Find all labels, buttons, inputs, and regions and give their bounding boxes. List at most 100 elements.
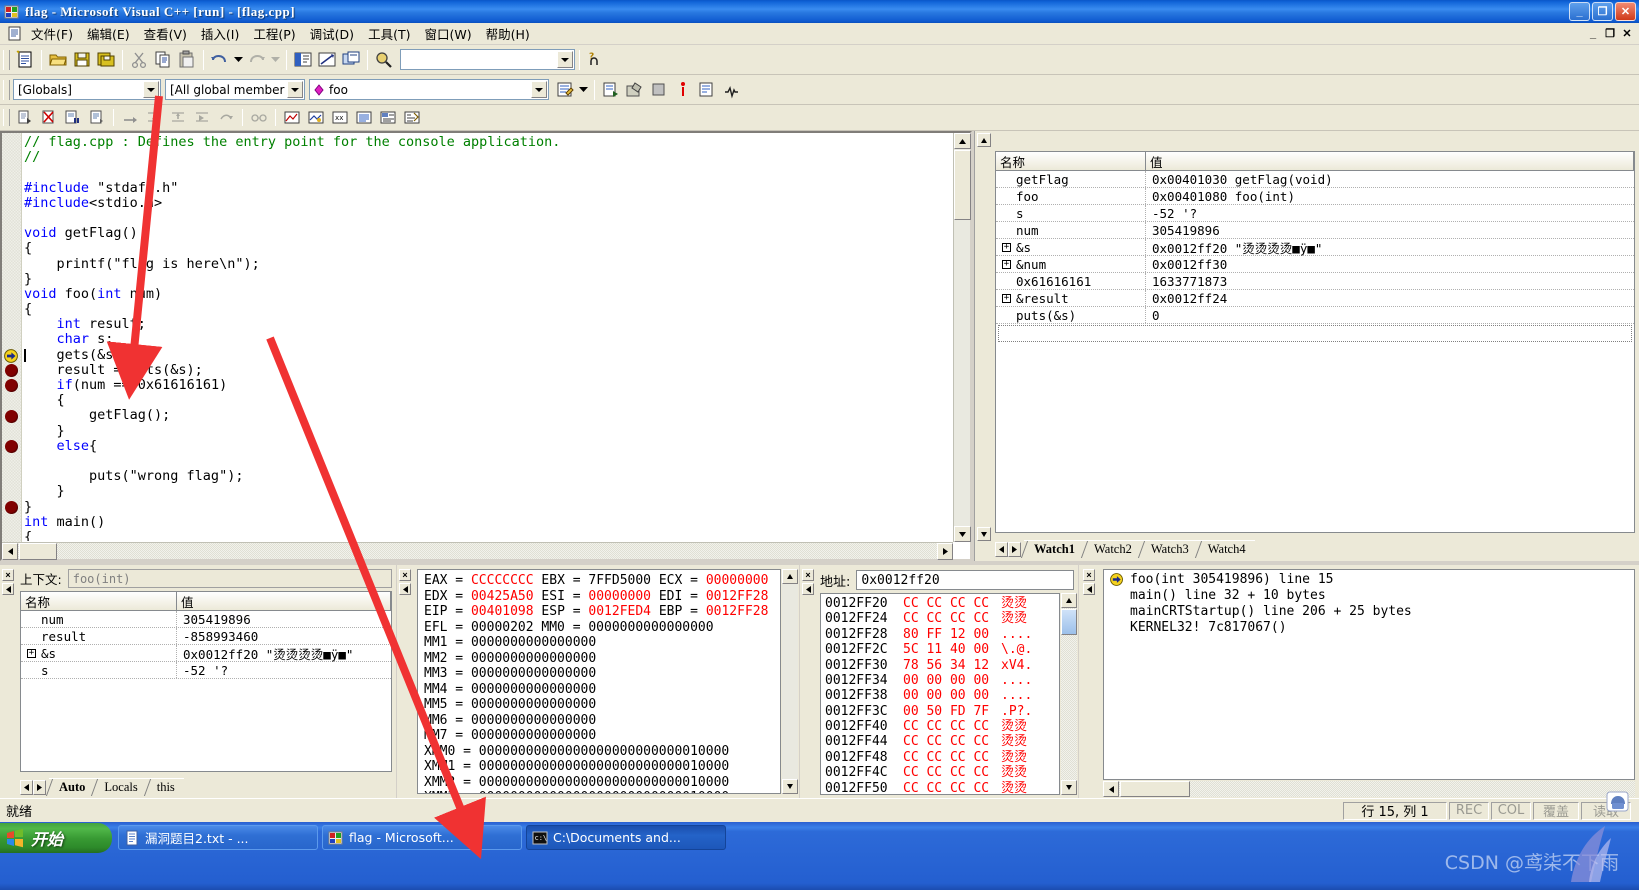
menu-project[interactable]: 工程(P) [246, 22, 302, 45]
callstack-window-icon[interactable] [376, 106, 400, 129]
menu-debug[interactable]: 调试(D) [303, 22, 361, 45]
table-row[interactable]: s -52 '? [21, 662, 391, 679]
compile-icon[interactable] [599, 78, 623, 101]
editor-text[interactable]: // flag.cpp : Defines the entry point fo… [24, 135, 952, 541]
scroll-down-button[interactable] [1061, 780, 1077, 795]
tab-watch2[interactable]: Watch2 [1083, 540, 1141, 557]
horizontal-scroll-thumb[interactable] [19, 543, 57, 560]
table-row[interactable]: getFlag 0x00401030 getFlag(void) [996, 171, 1634, 188]
scope-combo[interactable]: [Globals] [13, 79, 161, 100]
variables-grid[interactable]: 名称 值 num 305419896 result -858993460 + &s 0x00… [20, 591, 392, 772]
minimize-button[interactable]: _ [1569, 2, 1590, 21]
table-row[interactable]: + &num 0x0012ff30 [996, 256, 1634, 273]
run-to-cursor-icon[interactable] [190, 106, 214, 129]
table-row[interactable]: 0x61616161 1633771873 [996, 273, 1634, 290]
chevron-down-icon[interactable] [143, 81, 159, 98]
save-all-icon[interactable] [94, 48, 118, 71]
copy-icon[interactable] [151, 48, 175, 71]
row-value[interactable]: 0x00401030 getFlag(void) [1146, 171, 1634, 187]
memory-row[interactable]: 0012FF24 CC CC CC CC 烫烫 [825, 611, 1059, 626]
breakpoint-marker[interactable] [5, 364, 18, 377]
context-help-icon[interactable]: ? [584, 48, 608, 71]
find-combo[interactable] [400, 49, 575, 70]
mdi-restore-button[interactable]: ❐ [1602, 26, 1618, 41]
vertical-scroll-thumb[interactable] [954, 150, 971, 220]
scroll-left-button[interactable] [2, 543, 18, 560]
memory-row[interactable]: 0012FF30 78 56 34 12 xV4. [825, 658, 1059, 673]
chevron-down-icon[interactable] [577, 78, 590, 101]
undo-dropdown-icon[interactable] [232, 48, 245, 71]
scroll-down-button[interactable] [782, 779, 798, 794]
redo-icon[interactable] [245, 48, 269, 71]
watch-col-value[interactable]: 值 [1146, 152, 1634, 170]
menu-help[interactable]: 帮助(H) [479, 22, 537, 45]
start-button[interactable]: 开始 [0, 823, 112, 853]
memory-address-input[interactable]: 0x0012ff20 [856, 570, 1074, 590]
watch-window-icon[interactable] [280, 106, 304, 129]
callstack-frame[interactable]: foo(int 305419896) line 15 [1108, 572, 1634, 588]
breakpoint-marker[interactable] [5, 409, 18, 423]
collapse-icon[interactable] [802, 583, 814, 595]
expand-icon[interactable]: + [27, 648, 36, 658]
taskbar-item[interactable]: c:\ C:\Documents and... [526, 825, 726, 850]
menu-tools[interactable]: 工具(T) [361, 22, 417, 45]
registers-vertical-scrollbar[interactable] [782, 569, 798, 794]
menu-view[interactable]: 查看(V) [137, 22, 194, 45]
tab-watch4[interactable]: Watch4 [1197, 540, 1255, 557]
memory-row[interactable]: 0012FF50 CC CC CC CC 烫烫 [825, 781, 1059, 794]
editor-gutter[interactable] [2, 133, 22, 559]
expand-icon[interactable]: + [1002, 259, 1011, 269]
variables-col-value[interactable]: 值 [177, 592, 391, 610]
expand-icon[interactable]: + [1002, 242, 1011, 252]
table-row[interactable]: foo 0x00401080 foo(int) [996, 188, 1634, 205]
tab-locals[interactable]: Locals [94, 778, 147, 795]
nav-next-icon[interactable] [33, 780, 46, 795]
step-into-icon[interactable] [142, 106, 166, 129]
callstack-scroll-thumb[interactable] [1120, 781, 1190, 797]
memory-vertical-scrollbar[interactable] [1061, 593, 1077, 795]
tab-watch1[interactable]: Watch1 [1024, 540, 1084, 557]
members-combo[interactable]: [All global members] [165, 79, 305, 100]
memory-row[interactable]: 0012FF48 CC CC CC CC 烫烫 [825, 750, 1059, 765]
menu-window[interactable]: 窗口(W) [417, 22, 478, 45]
nav-prev-icon[interactable] [20, 780, 33, 795]
insert-breakpoint-icon[interactable] [719, 78, 743, 101]
close-icon[interactable]: × [399, 569, 411, 581]
scroll-left-button[interactable] [1103, 781, 1119, 797]
tab-auto[interactable]: Auto [49, 778, 95, 795]
memory-window-icon[interactable] [352, 106, 376, 129]
apply-code-changes-icon[interactable] [85, 106, 109, 129]
scroll-up-button[interactable] [1061, 593, 1077, 608]
callstack-frames[interactable]: foo(int 305419896) line 15 main() line 32… [1103, 569, 1635, 780]
variables-col-name[interactable]: 名称 [21, 592, 177, 610]
expand-icon[interactable]: + [1002, 293, 1011, 303]
tab-watch3[interactable]: Watch3 [1140, 540, 1198, 557]
nav-prev-icon[interactable] [995, 542, 1008, 557]
row-value[interactable]: 0 [1146, 307, 1634, 323]
workspace-icon[interactable] [291, 48, 315, 71]
breakpoint-marker[interactable] [5, 440, 18, 453]
collapse-icon[interactable] [1083, 583, 1095, 595]
wizardbar-icon[interactable] [553, 78, 577, 101]
menu-insert[interactable]: 插入(I) [194, 22, 246, 45]
registers-text[interactable]: EAX = CCCCCCCC EBX = 7FFD5000 ECX = 0000… [417, 569, 781, 794]
table-row[interactable]: puts(&s) 0 [996, 307, 1634, 324]
row-value[interactable]: 1633771873 [1146, 273, 1634, 289]
context-combo[interactable]: foo(int) [67, 569, 392, 588]
row-value[interactable]: 0x0012ff24 [1146, 290, 1634, 306]
scroll-down-button[interactable] [954, 526, 971, 542]
row-value[interactable]: 0x0012ff20 "烫烫烫烫■ÿ■" [1146, 239, 1634, 256]
collapse-icon[interactable] [399, 583, 411, 595]
save-icon[interactable] [70, 48, 94, 71]
toolbar-grip[interactable] [3, 79, 10, 100]
row-value[interactable]: 0x00401080 foo(int) [1146, 188, 1634, 204]
step-over-icon[interactable] [118, 106, 142, 129]
row-value[interactable]: 305419896 [177, 611, 391, 627]
table-row[interactable]: num 305419896 [21, 611, 391, 628]
chevron-down-icon[interactable] [557, 51, 573, 68]
toolbar-grip[interactable] [3, 109, 10, 126]
table-row[interactable]: s -52 '? [996, 205, 1634, 222]
scroll-right-button[interactable] [937, 543, 953, 560]
row-value[interactable]: 0x0012ff30 [1146, 256, 1634, 272]
chevron-down-icon[interactable] [287, 81, 303, 98]
